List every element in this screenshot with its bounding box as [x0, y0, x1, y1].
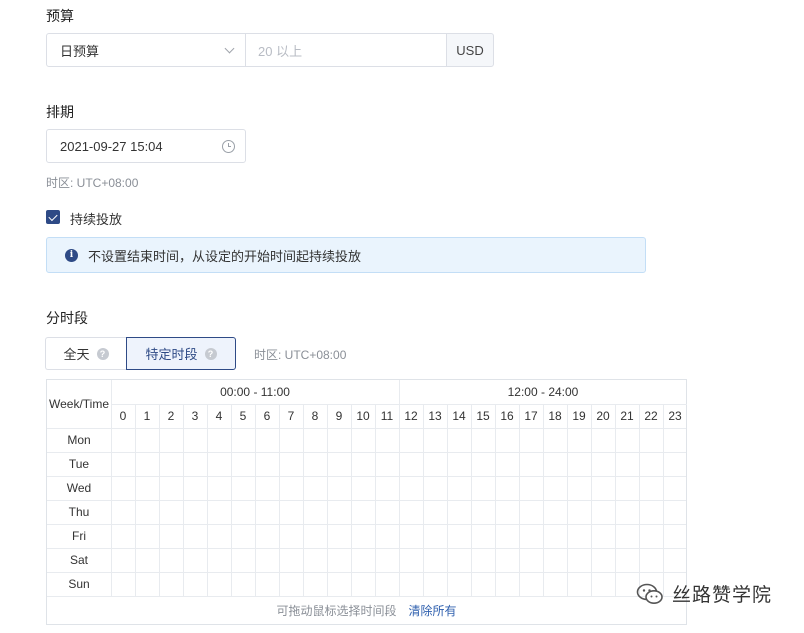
watermark-text: 丝路赞学院: [672, 585, 773, 606]
info-icon: i: [65, 248, 78, 262]
start-datetime-value: 2021-09-27 15:04: [60, 138, 163, 154]
hour-header: 14: [452, 409, 466, 423]
hour-header: 23: [668, 409, 682, 423]
grid-hline: [47, 572, 686, 573]
option-specific-time-label: 特定时段: [145, 347, 198, 362]
day-row-label: Wed: [66, 481, 92, 495]
hour-header: 13: [428, 409, 442, 423]
info-message: 不设置结束时间，从设定的开始时间起持续投放: [88, 248, 362, 264]
hour-header: 8: [311, 409, 319, 423]
hour-header: 3: [191, 409, 199, 423]
day-row-label: Sun: [68, 577, 90, 591]
grid-hline: [47, 428, 686, 429]
clock-icon: [222, 139, 235, 153]
help-icon[interactable]: ?: [96, 347, 109, 360]
schedule-timezone-note: 时区: UTC+08:00: [46, 176, 139, 190]
grid-hline: [47, 452, 686, 453]
schedule-label: 排期: [46, 104, 74, 120]
hour-header: 11: [380, 409, 394, 423]
grid-hline: [47, 524, 686, 525]
hour-header: 19: [572, 409, 586, 423]
dayparting-timezone-note: 时区: UTC+08:00: [254, 348, 347, 362]
budget-amount-placeholder: 20 以上: [258, 43, 303, 59]
dayparting-toggle: 全天 ? 特定时段 ?: [45, 337, 236, 370]
corner-header: Week/Time: [48, 397, 109, 411]
grid-hline: [47, 500, 686, 501]
hour-header: 12: [404, 409, 418, 423]
day-row-label: Thu: [68, 505, 90, 519]
currency-suffix: USD: [446, 33, 494, 67]
hour-header: 9: [335, 409, 343, 423]
budget-amount-input[interactable]: 20 以上: [246, 33, 446, 67]
hour-header: 21: [620, 409, 634, 423]
grid-hline: [47, 596, 686, 597]
continuous-label[interactable]: 持续投放: [70, 209, 122, 228]
continuous-checkbox[interactable]: [46, 210, 60, 224]
hour-header: 18: [548, 409, 562, 423]
hour-header: 16: [500, 409, 514, 423]
day-row-label: Mon: [67, 433, 91, 447]
grid-footer: 可拖动鼠标选择时间段 清除所有: [47, 596, 686, 624]
hour-header: 10: [356, 409, 370, 423]
hour-header: 7: [287, 409, 295, 423]
hour-header: 15: [476, 409, 490, 423]
hour-header: 5: [239, 409, 247, 423]
option-specific-time[interactable]: 特定时段 ?: [126, 337, 236, 370]
grid-hline: [47, 548, 686, 549]
hour-header: 1: [143, 409, 151, 423]
hour-header: 20: [596, 409, 610, 423]
wechat-icon: [636, 583, 663, 604]
time-schedule-grid[interactable]: Week/Time 00:00 - 11:00 12:00 - 24:00 可拖…: [46, 379, 687, 625]
info-alert: i 不设置结束时间，从设定的开始时间起持续投放: [46, 237, 646, 273]
budget-label: 预算: [46, 8, 74, 24]
watermark: 丝路赞学院: [636, 580, 772, 607]
day-row-label: Fri: [72, 529, 86, 543]
grid-hline: [47, 476, 686, 477]
day-row-label: Tue: [68, 457, 90, 471]
clear-all-link[interactable]: 清除所有: [409, 602, 457, 619]
budget-type-value: 日预算: [60, 43, 100, 59]
hour-header: 0: [119, 409, 127, 423]
range-header-pm: 12:00 - 24:00: [507, 385, 579, 399]
hour-header: 4: [215, 409, 223, 423]
budget-type-select[interactable]: 日预算: [46, 33, 246, 67]
option-all-day[interactable]: 全天 ?: [45, 337, 126, 370]
budget-row: 日预算 20 以上 USD: [46, 33, 494, 67]
range-header-am: 00:00 - 11:00: [220, 385, 290, 399]
drag-hint: 可拖动鼠标选择时间段: [276, 603, 397, 618]
option-all-day-label: 全天: [63, 347, 90, 362]
dayparting-label: 分时段: [46, 310, 88, 326]
start-datetime-picker[interactable]: 2021-09-27 15:04: [46, 129, 246, 163]
help-icon[interactable]: ?: [204, 347, 217, 360]
hour-header: 22: [644, 409, 658, 423]
hour-header: 6: [263, 409, 271, 423]
hour-header: 2: [167, 409, 175, 423]
hour-header: 17: [524, 409, 538, 423]
day-row-label: Sat: [69, 553, 88, 567]
chevron-down-icon: [224, 43, 235, 53]
